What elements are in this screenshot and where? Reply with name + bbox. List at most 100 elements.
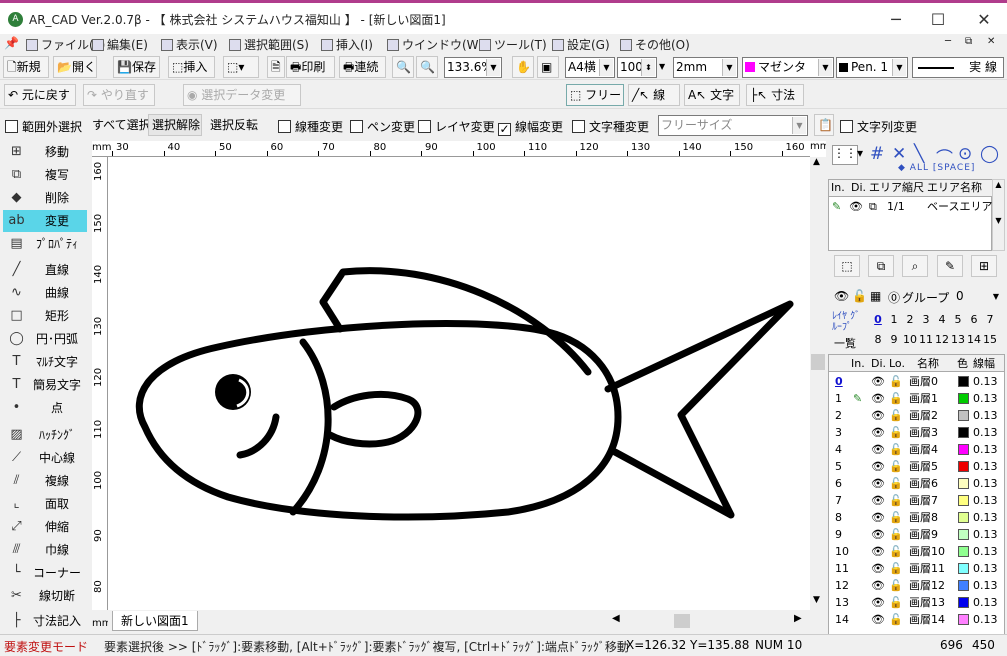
layer-group-button[interactable]: 3 <box>918 313 934 326</box>
grid-dots-icon[interactable]: ⋮⋮▾ <box>832 145 863 165</box>
layer-group-button[interactable]: 10 <box>902 333 918 346</box>
pen-select[interactable]: Pen. 1 ▼ <box>836 57 908 78</box>
scroll-down-icon[interactable]: ▼ <box>813 595 820 605</box>
scroll-right-icon[interactable]: ▶ <box>794 613 802 624</box>
layer-group-button[interactable]: 1 <box>886 313 902 326</box>
tool-change[interactable]: ab 変更 <box>3 210 87 232</box>
hand-icon[interactable]: ✋ <box>512 56 534 78</box>
center-snap-icon[interactable]: ⊙ <box>958 144 972 164</box>
layer-color-swatch[interactable] <box>958 376 969 387</box>
group-lock-icon[interactable]: 🔓 <box>852 289 867 303</box>
tool-dimension[interactable]: ├ 寸法記入 <box>3 610 87 632</box>
fish-eye[interactable] <box>215 374 251 410</box>
lock-icon[interactable]: 🔓 <box>889 492 903 509</box>
layer-change-checkbox[interactable]: レイヤ変更 <box>418 118 495 135</box>
zoom-in-icon[interactable]: 🔍 <box>392 56 414 78</box>
menu-view[interactable]: 表示(V) <box>161 36 218 53</box>
scroll-up-icon[interactable]: ▲ <box>813 157 820 167</box>
layer-color-swatch[interactable] <box>958 495 969 506</box>
layer-row[interactable]: 3 👁 🔓 画層3 0.13 <box>829 424 1004 441</box>
eye-icon[interactable]: 👁 <box>871 611 885 628</box>
layer-color-swatch[interactable] <box>958 478 969 489</box>
fish-tail[interactable] <box>604 300 794 519</box>
lock-icon[interactable]: 🔓 <box>889 594 903 611</box>
lock-icon[interactable]: 🔓 <box>889 611 903 628</box>
lock-icon[interactable]: 🔓 <box>889 424 903 441</box>
layer-row[interactable]: 7 👁 🔓 画層7 0.13 <box>829 492 1004 509</box>
diagonal-snap-icon[interactable]: ╲ <box>914 144 924 164</box>
tool-corner[interactable]: └ コーナー <box>3 562 87 584</box>
layer-group-button[interactable]: 14 <box>966 333 982 346</box>
font-change-checkbox[interactable]: 文字種変更 <box>572 118 649 135</box>
eye-icon[interactable]: 👁 <box>871 458 885 475</box>
tool-chamfer[interactable]: ⌞ 面取 <box>3 493 87 515</box>
tool-delete[interactable]: ◆ 削除 <box>3 187 87 209</box>
vertical-scrollbar[interactable]: ▲ ▼ <box>810 157 826 610</box>
layer-color-swatch[interactable] <box>958 614 969 625</box>
layer-row[interactable]: 12 👁 🔓 画層12 0.13 <box>829 577 1004 594</box>
tool-cut[interactable]: ✂ 線切断 <box>3 585 87 607</box>
line-width-change-checkbox[interactable]: ✓ 線幅変更 <box>498 118 563 136</box>
deselect-button[interactable]: 選択解除 <box>148 114 202 136</box>
save-button[interactable]: 💾保存 <box>113 56 160 78</box>
layer-group-button[interactable]: 9 <box>886 333 902 346</box>
lock-icon[interactable]: 🔓 <box>889 526 903 543</box>
tool-hatch[interactable]: ▨ ﾊｯﾁﾝｸﾞ <box>3 424 87 446</box>
menu-pin-icon[interactable]: 📌 <box>4 36 19 50</box>
selection-data-change-button[interactable]: ◉ 選択データ変更 <box>183 84 301 106</box>
layer-group-button[interactable]: 15 <box>982 333 998 346</box>
layer-row[interactable]: 0 👁 🔓 画層0 0.13 <box>829 373 1004 390</box>
area-row[interactable]: ✎ 👁 ⧉ 1/1 ベースエリア <box>829 198 993 215</box>
menu-tools[interactable]: ツール(T) <box>479 36 547 53</box>
layer-row[interactable]: 4 👁 🔓 画層4 0.13 <box>829 441 1004 458</box>
fish-pectoral-fin[interactable] <box>326 390 422 448</box>
circle-snap-icon[interactable]: ◯ <box>980 144 999 164</box>
area-settings-icon[interactable]: ⊞ <box>971 255 997 277</box>
layer-row[interactable]: 8 👁 🔓 画層8 0.13 <box>829 509 1004 526</box>
grid-snap-icon[interactable]: # <box>870 144 884 164</box>
area-copy-icon[interactable]: ⧉ <box>868 255 894 277</box>
area-edit-icon[interactable]: ✎ <box>937 255 963 277</box>
tool-text[interactable]: T 簡易文字 <box>3 374 87 396</box>
horizontal-scrollbar[interactable]: ◀ ▶ <box>608 613 808 628</box>
layer-row[interactable]: 2 👁 🔓 画層2 0.13 <box>829 407 1004 424</box>
layer-color-swatch[interactable] <box>958 444 969 455</box>
snap-line-button[interactable]: ╱↖ 線 <box>628 84 680 106</box>
layer-row[interactable]: 6 👁 🔓 画層6 0.13 <box>829 475 1004 492</box>
snap-text-button[interactable]: A↖ 文字 <box>684 84 740 106</box>
size-select[interactable]: フリーサイズ ▼ <box>658 115 808 136</box>
lock-icon[interactable]: 🔓 <box>889 458 903 475</box>
layer-group-button[interactable]: 12 <box>934 333 950 346</box>
tool-point[interactable]: • 点 <box>3 397 87 419</box>
vertical-scroll-thumb[interactable] <box>811 354 825 370</box>
insert-button[interactable]: ⬚挿入 <box>168 56 215 78</box>
redo-button[interactable]: ↷ やり直す <box>83 84 155 106</box>
continuous-print-button[interactable]: 🖶連続 <box>339 56 386 78</box>
menu-edit[interactable]: 編集(E) <box>92 36 148 53</box>
horizontal-scroll-thumb[interactable] <box>674 614 690 628</box>
print-button[interactable]: 🖶印刷 <box>286 56 335 78</box>
layer-color-swatch[interactable] <box>958 461 969 472</box>
new-button[interactable]: 🗋新規 <box>3 56 49 78</box>
layer-row[interactable]: 13 👁 🔓 画層13 0.13 <box>829 594 1004 611</box>
layout-button[interactable]: ⬚▾ <box>223 56 259 78</box>
string-change-checkbox[interactable]: 文字列変更 <box>840 118 917 135</box>
tool-rect[interactable]: □ 矩形 <box>3 305 87 327</box>
eye-icon[interactable]: 👁 <box>871 560 885 577</box>
grid-select[interactable]: 2mm ▼ <box>673 57 738 78</box>
tool-extend[interactable]: ⤢ 伸縮 <box>3 516 87 538</box>
eye-icon[interactable]: 👁 <box>871 543 885 560</box>
tool-line[interactable]: ╱ 直線 <box>3 259 87 281</box>
eye-icon[interactable]: 👁 <box>871 407 885 424</box>
scale-stepper[interactable]: 100 ⬍ <box>617 57 657 78</box>
eye-icon[interactable]: 👁 <box>871 509 885 526</box>
zoom-select[interactable]: 133.6% ▼ <box>444 57 502 78</box>
eye-icon[interactable]: 👁 <box>871 475 885 492</box>
layer-color-swatch[interactable] <box>958 512 969 523</box>
close-button[interactable]: ✕ <box>961 8 1007 32</box>
clipboard-icon[interactable]: 📋 <box>814 114 834 136</box>
eye-icon[interactable]: 👁 <box>871 526 885 543</box>
lock-icon[interactable]: 🔓 <box>889 560 903 577</box>
layer-color-swatch[interactable] <box>958 529 969 540</box>
menu-window[interactable]: ウインドウ(W) <box>387 36 483 53</box>
